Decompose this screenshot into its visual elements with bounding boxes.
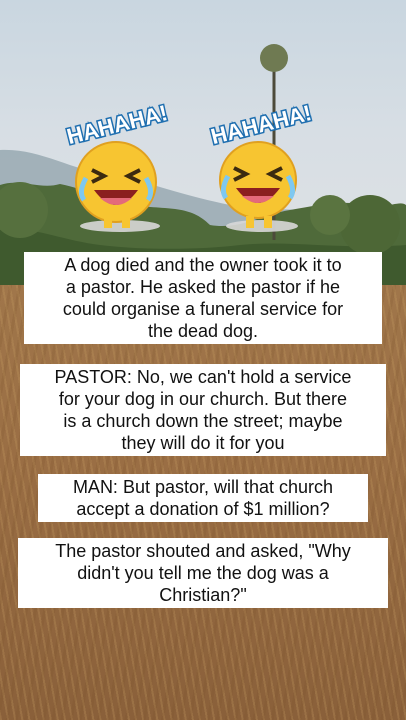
caption-4: The pastor shouted and asked, "Why didn'…: [18, 538, 388, 608]
caption-line: a pastor. He asked the pastor if he: [65, 277, 341, 297]
caption-line: is a church down the street; maybe: [63, 411, 343, 431]
caption-line: Christian?": [159, 585, 247, 605]
tree: [340, 195, 400, 255]
caption-line: PASTOR: No, we can't hold a service: [54, 367, 352, 387]
caption-line: the dead dog.: [147, 321, 259, 341]
laughing-crying-emoji-icon: HAHAHA!: [207, 99, 315, 232]
caption-line: for your dog in our church. But there: [58, 389, 348, 409]
laughing-crying-emoji-icon: HAHAHA!: [63, 99, 171, 232]
caption-line: they will do it for you: [121, 433, 285, 453]
caption-line: A dog died and the owner took it to: [64, 255, 342, 275]
caption-2: PASTOR: No, we can't hold a service for …: [20, 364, 386, 456]
caption-line: could organise a funeral service for: [62, 299, 344, 319]
caption-line: didn't you tell me the dog was a: [77, 563, 329, 583]
caption-1: A dog died and the owner took it to a pa…: [24, 252, 382, 344]
caption-line: accept a donation of $1 million?: [76, 499, 330, 519]
tall-tree-crown: [260, 44, 288, 72]
caption-line: The pastor shouted and asked, "Why: [55, 541, 351, 561]
caption-3: MAN: But pastor, will that church accept…: [38, 474, 368, 522]
caption-line: MAN: But pastor, will that church: [72, 477, 334, 497]
